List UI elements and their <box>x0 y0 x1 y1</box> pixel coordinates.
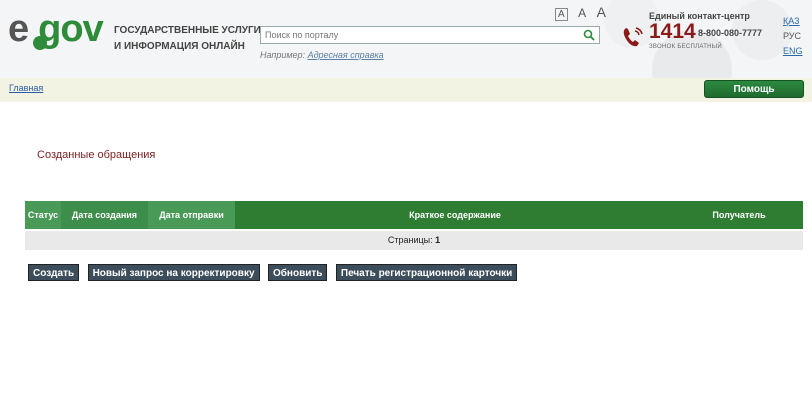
font-size-switcher: A A A <box>555 4 612 22</box>
egov-logo[interactable]: e gov <box>8 8 104 54</box>
free-call-note: звонок бесплатный <box>649 44 723 50</box>
contact-number: 1414 <box>649 20 696 43</box>
column-created-date[interactable]: Дата создания <box>61 201 148 229</box>
column-sent-date[interactable]: Дата отправки <box>148 201 235 229</box>
font-size-medium[interactable]: A <box>578 6 586 20</box>
breadcrumb-home-link[interactable]: Главная <box>9 83 43 93</box>
site-header: e gov Государственные услуги и информация… <box>0 0 812 78</box>
help-button[interactable]: Помощь <box>704 80 804 98</box>
page-title: Созданные обращения <box>37 149 156 161</box>
phone-icon <box>623 27 643 47</box>
column-status[interactable]: Статус <box>25 201 61 229</box>
search-box[interactable] <box>260 26 600 44</box>
logo-arrow-icon <box>33 36 47 50</box>
pager: Страницы: 1 <box>25 231 803 250</box>
font-size-large[interactable]: A <box>597 4 606 20</box>
breadcrumb: Главная Помощь <box>0 78 812 102</box>
font-size-small[interactable]: A <box>555 8 568 21</box>
contact-alt-number: 8-800-080-7777 <box>698 28 763 38</box>
pager-page-1[interactable]: 1 <box>435 235 440 245</box>
lang-eng[interactable]: ENG <box>783 46 803 56</box>
requests-table: Статус Дата создания Дата отправки Кратк… <box>25 201 803 250</box>
search-icon[interactable] <box>583 29 595 41</box>
lang-kaz[interactable]: ҚАЗ <box>783 16 800 26</box>
pager-label: Страницы: <box>387 235 433 245</box>
action-buttons: Создать Новый запрос на корректировку Об… <box>28 263 521 281</box>
search-input[interactable] <box>261 27 579 43</box>
print-registration-card-button[interactable]: Печать регистрационной карточки <box>335 264 518 281</box>
create-button[interactable]: Создать <box>28 264 80 281</box>
column-recipient[interactable]: Получатель <box>675 201 803 229</box>
new-correction-request-button[interactable]: Новый запрос на корректировку <box>87 264 260 281</box>
lang-rus: РУС <box>783 31 802 41</box>
refresh-button[interactable]: Обновить <box>267 264 328 281</box>
portal-title: Государственные услуги и информация онла… <box>114 25 261 52</box>
search-example: Например: Адресная справка <box>260 50 384 60</box>
search-example-link[interactable]: Адресная справка <box>308 50 384 60</box>
table-header: Статус Дата создания Дата отправки Кратк… <box>25 201 803 229</box>
column-summary[interactable]: Краткое содержание <box>235 201 675 229</box>
